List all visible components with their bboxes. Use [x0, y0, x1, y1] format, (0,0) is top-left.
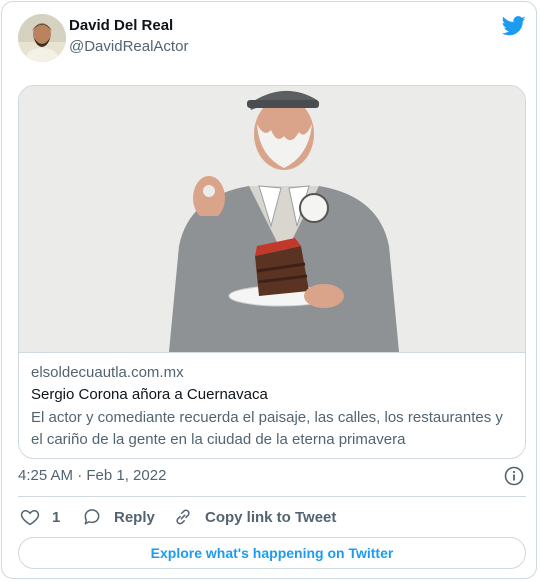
reply-icon	[84, 509, 100, 525]
author-name[interactable]: David Del Real	[69, 17, 173, 34]
tweet-timestamp[interactable]: 4:25 AM · Feb 1, 2022	[18, 467, 166, 484]
link-title[interactable]: Sergio Corona añora a Cuernavaca	[31, 386, 268, 403]
tweet-embed-card: David Del Real @DavidRealActor elsoldecu…	[1, 1, 537, 579]
reply-button[interactable]: Reply	[82, 507, 155, 527]
link-preview-image[interactable]	[19, 86, 525, 353]
like-button[interactable]: 1	[20, 507, 60, 527]
copy-link-button[interactable]: Copy link to Tweet	[173, 507, 336, 527]
link-icon	[176, 509, 190, 525]
avatar[interactable]	[18, 14, 66, 62]
link-preview-card[interactable]: elsoldecuautla.com.mx Sergio Corona añor…	[18, 85, 526, 459]
copy-link-label: Copy link to Tweet	[205, 508, 337, 526]
twitter-bird-icon[interactable]	[502, 16, 526, 36]
reply-label: Reply	[114, 508, 155, 526]
link-description: El actor y comediante recuerda el paisaj…	[31, 409, 503, 448]
author-handle[interactable]: @DavidRealActor	[69, 38, 188, 55]
link-domain: elsoldecuautla.com.mx	[31, 364, 184, 381]
heart-icon	[20, 509, 40, 526]
divider	[18, 496, 526, 497]
explore-twitter-button[interactable]: Explore what's happening on Twitter	[18, 537, 526, 569]
info-icon[interactable]	[504, 466, 524, 486]
like-count: 1	[52, 508, 61, 526]
